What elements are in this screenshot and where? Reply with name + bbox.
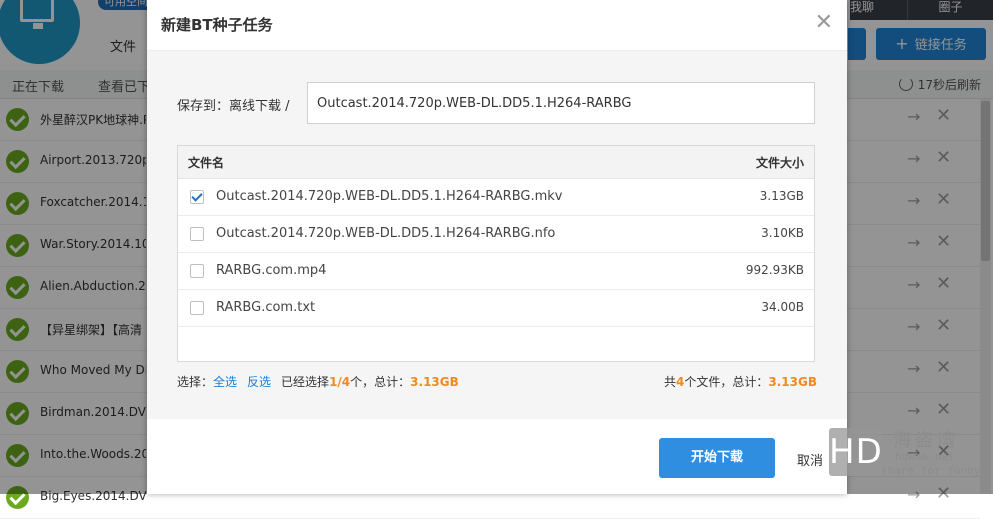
- file-table-header: 文件名 文件大小: [178, 146, 814, 179]
- file-name: Outcast.2014.720p.WEB-DL.DD5.1.H264-RARB…: [216, 189, 563, 204]
- file-size: 992.93KB: [745, 263, 804, 277]
- file-checkbox[interactable]: [190, 227, 204, 241]
- file-checkbox[interactable]: [190, 301, 204, 315]
- dialog-header: 新建BT种子任务 ✕: [147, 0, 847, 51]
- column-file-name[interactable]: 文件名: [188, 154, 224, 171]
- watermark: HD 海盗湾 hdwan.net share for funny: [829, 426, 993, 494]
- file-size: 34.00B: [761, 300, 804, 314]
- file-row[interactable]: Outcast.2014.720p.WEB-DL.DD5.1.H264-RARB…: [178, 216, 814, 253]
- select-label: 选择：: [177, 375, 214, 389]
- new-bt-task-dialog: 新建BT种子任务 ✕ 保存到：离线下载 / 文件名 文件大小 Outcast.2…: [147, 0, 847, 494]
- selection-summary: 选择：全选 反选 已经选择1/4个，总计：3.13GB: [177, 373, 459, 390]
- watermark-url: hdwan.net: [895, 450, 955, 463]
- total-size: 3.13GB: [768, 375, 817, 389]
- file-row[interactable]: RARBG.com.txt 34.00B: [178, 290, 814, 327]
- selected-count: 1/4: [329, 375, 351, 389]
- total-mid: 个文件，总计：: [684, 375, 769, 389]
- watermark-slogan: share for funny: [881, 464, 981, 477]
- column-file-size[interactable]: 文件大小: [756, 154, 804, 171]
- invert-selection-link[interactable]: 反选: [247, 375, 271, 389]
- selected-prefix: 已经选择: [281, 375, 330, 389]
- file-row[interactable]: RARBG.com.mp4 992.93KB: [178, 253, 814, 290]
- total-summary: 共4个文件，总计：3.13GB: [664, 373, 817, 390]
- save-path-input[interactable]: [307, 82, 815, 124]
- file-name: Outcast.2014.720p.WEB-DL.DD5.1.H264-RARB…: [216, 226, 556, 241]
- file-size: 3.10KB: [761, 226, 804, 240]
- watermark-title: 海盗湾: [893, 430, 959, 451]
- selected-mid: 个，总计：: [350, 375, 411, 389]
- file-size: 3.13GB: [759, 189, 804, 203]
- dialog-title: 新建BT种子任务: [161, 16, 273, 34]
- file-table: 文件名 文件大小 Outcast.2014.720p.WEB-DL.DD5.1.…: [177, 145, 815, 362]
- close-icon[interactable]: ✕: [815, 10, 833, 36]
- selected-total-size: 3.13GB: [410, 375, 459, 389]
- total-prefix: 共: [664, 375, 677, 389]
- start-download-button[interactable]: 开始下载: [659, 438, 775, 478]
- file-checkbox[interactable]: [190, 264, 204, 278]
- file-checkbox[interactable]: [190, 190, 204, 204]
- file-name: RARBG.com.mp4: [216, 263, 327, 278]
- save-location-label: 保存到：离线下载 /: [177, 99, 290, 114]
- cancel-button[interactable]: 取消: [797, 450, 823, 469]
- select-all-link[interactable]: 全选: [213, 375, 237, 389]
- watermark-logo: HD: [829, 428, 882, 476]
- dialog-footer: 开始下载 取消: [147, 419, 847, 494]
- file-row[interactable]: Outcast.2014.720p.WEB-DL.DD5.1.H264-RARB…: [178, 179, 814, 216]
- dialog-body: 保存到：离线下载 / 文件名 文件大小 Outcast.2014.720p.WE…: [147, 51, 847, 494]
- file-name: RARBG.com.txt: [216, 300, 316, 315]
